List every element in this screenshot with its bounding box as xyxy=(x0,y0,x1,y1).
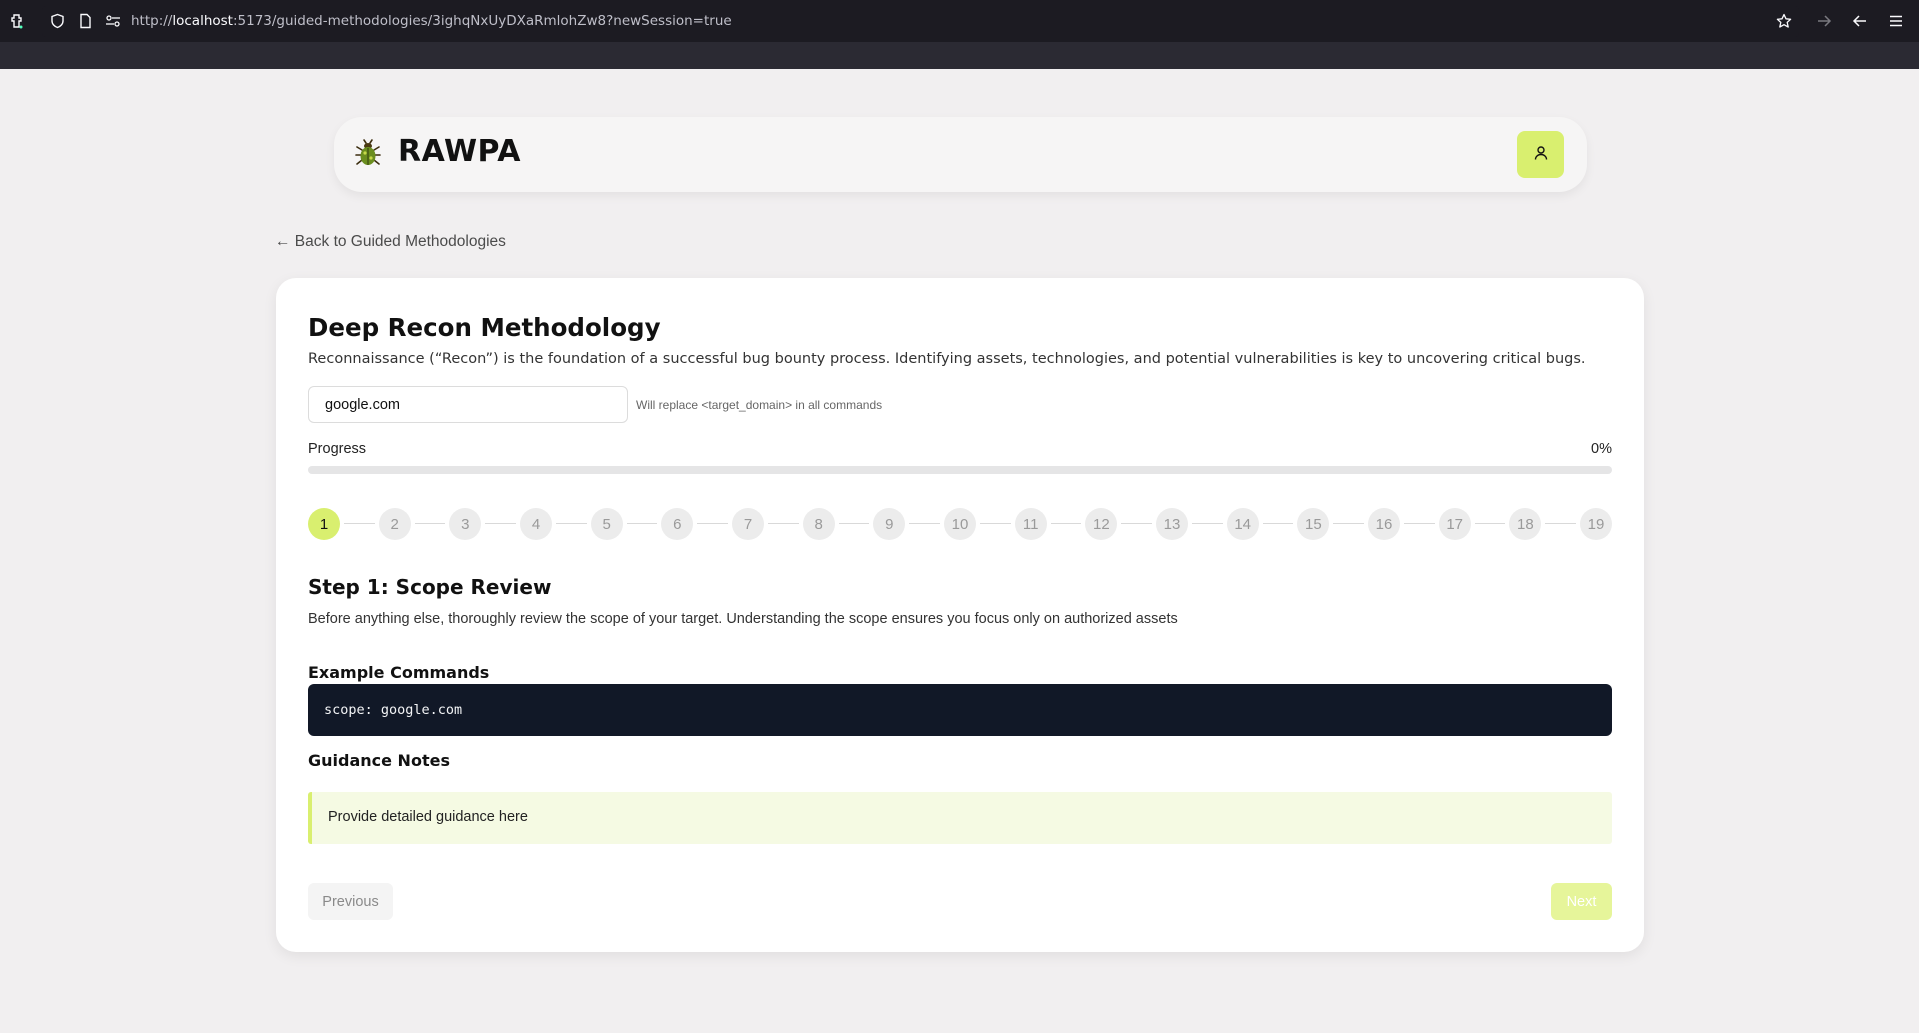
step-14[interactable]: 14 xyxy=(1226,508,1259,540)
commands-heading: Example Commands xyxy=(308,663,490,682)
extensions-icon[interactable] xyxy=(6,9,30,33)
page-icon[interactable] xyxy=(73,9,97,33)
step-connector xyxy=(1333,523,1364,524)
step-19[interactable]: 19 xyxy=(1580,508,1612,540)
forward-arrow-icon[interactable] xyxy=(1812,9,1836,33)
step-connector xyxy=(626,523,658,524)
command-code-block[interactable]: scope: google.com xyxy=(308,684,1612,736)
user-icon xyxy=(1533,145,1549,165)
methodology-description: Reconnaissance (“Recon”) is the foundati… xyxy=(308,351,1586,367)
target-domain-hint: Will replace <target_domain> in all comm… xyxy=(636,398,883,412)
step-connector xyxy=(344,523,375,524)
next-button[interactable]: Next xyxy=(1551,883,1612,920)
step-3[interactable]: 3 xyxy=(449,508,482,540)
command-text: scope: google.com xyxy=(324,702,463,718)
step-description: Before anything else, thoroughly review … xyxy=(308,611,1178,627)
step-connector xyxy=(1545,523,1576,524)
step-4[interactable]: 4 xyxy=(520,508,552,540)
step-10[interactable]: 10 xyxy=(944,508,976,540)
step-navigator: 1 2 3 4 5 6 7 8 9 10 11 12 13 14 15 16 17 18 19 xyxy=(308,508,1612,540)
step-connector xyxy=(485,523,516,524)
step-connector xyxy=(1192,523,1223,524)
step-2[interactable]: 2 xyxy=(378,508,411,540)
step-5[interactable]: 5 xyxy=(590,508,623,540)
step-connector xyxy=(980,523,1011,524)
step-12[interactable]: 12 xyxy=(1085,508,1118,540)
step-6[interactable]: 6 xyxy=(661,508,694,540)
step-connector xyxy=(414,523,446,524)
step-9[interactable]: 9 xyxy=(873,508,906,540)
step-16[interactable]: 16 xyxy=(1368,508,1400,540)
step-13[interactable]: 13 xyxy=(1156,508,1188,540)
step-15[interactable]: 15 xyxy=(1297,508,1330,540)
step-title: Step 1: Scope Review xyxy=(308,575,552,599)
methodology-card: Deep Recon Methodology Reconnaissance (“… xyxy=(276,278,1644,952)
bookmark-star-icon[interactable] xyxy=(1772,9,1796,33)
step-connector xyxy=(1121,523,1152,524)
step-connector xyxy=(556,523,587,524)
user-profile-button[interactable] xyxy=(1517,131,1564,178)
step-connector xyxy=(697,523,728,524)
shield-icon[interactable] xyxy=(45,9,69,33)
browser-toolbar: http://localhost:5173/guided-methodologi… xyxy=(0,0,1919,69)
step-1[interactable]: 1 xyxy=(308,508,340,540)
step-7[interactable]: 7 xyxy=(732,508,764,540)
target-domain-input[interactable] xyxy=(308,386,628,423)
progress-label: Progress xyxy=(308,441,367,457)
step-connector xyxy=(1474,523,1506,524)
back-to-methodologies-link[interactable]: ← Back to Guided Methodologies xyxy=(275,233,506,251)
permissions-icon[interactable] xyxy=(101,9,125,33)
step-8[interactable]: 8 xyxy=(802,508,835,540)
step-11[interactable]: 11 xyxy=(1014,508,1047,540)
url-host: localhost xyxy=(172,13,233,29)
step-18[interactable]: 18 xyxy=(1509,508,1542,540)
step-connector xyxy=(768,523,799,524)
brand-name[interactable]: RAWPA xyxy=(398,134,521,169)
url-prefix: http:// xyxy=(131,13,173,29)
step-connector xyxy=(838,523,870,524)
step-connector xyxy=(1050,523,1082,524)
menu-icon[interactable] xyxy=(1884,9,1908,33)
progress-percent: 0% xyxy=(1591,441,1612,457)
step-connector xyxy=(1404,523,1435,524)
step-17[interactable]: 17 xyxy=(1438,508,1471,540)
guidance-notes: Provide detailed guidance here xyxy=(308,792,1612,844)
bug-icon xyxy=(353,138,383,168)
back-arrow-icon[interactable] xyxy=(1848,9,1872,33)
guidance-text: Provide detailed guidance here xyxy=(328,809,528,825)
step-connector xyxy=(909,523,940,524)
url-text[interactable]: http://localhost:5173/guided-methodologi… xyxy=(131,13,732,29)
progress-bar xyxy=(308,466,1612,474)
url-path: :5173/guided-methodologies/3ighqNxUyDXaR… xyxy=(232,13,732,29)
step-connector xyxy=(1262,523,1294,524)
guidance-heading: Guidance Notes xyxy=(308,751,450,770)
app-header: RAWPA xyxy=(334,117,1587,192)
previous-button[interactable]: Previous xyxy=(308,883,393,920)
page-title: Deep Recon Methodology xyxy=(308,313,661,342)
